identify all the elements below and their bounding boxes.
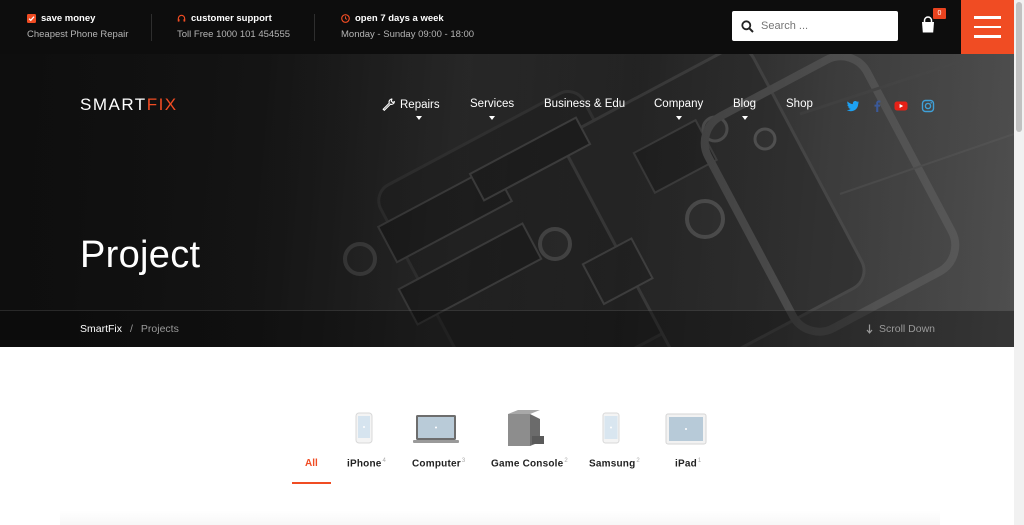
arrow-down-icon xyxy=(866,324,873,334)
top-bar: save money Cheapest Phone Repair custome… xyxy=(0,0,1014,54)
breadcrumb-current: Projects xyxy=(140,323,179,335)
breadcrumb-separator: / xyxy=(130,323,133,335)
filter-tab-computer[interactable]: Computer3 xyxy=(412,410,465,469)
nav-label: Repairs xyxy=(400,98,440,111)
chevron-down-icon xyxy=(415,116,422,120)
breadcrumb-home-link[interactable]: SmartFix xyxy=(80,323,122,335)
cart-count-badge: 0 xyxy=(933,8,946,19)
filter-tab-game-console[interactable]: Game Console2 xyxy=(491,410,568,469)
divider xyxy=(314,14,315,41)
check-square-icon xyxy=(27,14,36,23)
hamburger-icon-line xyxy=(974,25,1001,29)
headset-icon xyxy=(177,14,186,22)
logo-text: SMART xyxy=(80,95,147,114)
page-title: Project xyxy=(80,234,201,276)
scroll-down-label: Scroll Down xyxy=(879,323,936,335)
chevron-down-icon xyxy=(489,116,496,120)
twitter-icon[interactable] xyxy=(846,99,860,113)
info-title: open 7 days a week xyxy=(355,13,444,24)
filter-tab-iphone[interactable]: iPhone4 xyxy=(347,410,386,469)
nav-item-repairs[interactable]: Repairs xyxy=(382,98,440,120)
laptop-icon xyxy=(413,415,459,443)
filter-label: Samsung2 xyxy=(589,458,640,469)
filter-count: 2 xyxy=(636,458,640,464)
search-input[interactable] xyxy=(761,20,891,32)
info-customer-support: customer support Toll Free 1000 101 4545… xyxy=(177,13,290,40)
youtube-icon[interactable] xyxy=(894,99,908,113)
hamburger-icon-line xyxy=(974,35,1001,38)
nav-label: Business & Edu xyxy=(544,98,626,110)
chevron-down-icon xyxy=(741,116,748,120)
iphone-icon xyxy=(355,412,373,444)
site-logo[interactable]: SMARTFIX xyxy=(80,95,178,115)
nav-item-business-edu[interactable]: Business & Edu xyxy=(544,98,625,110)
nav-label: Shop xyxy=(786,98,813,110)
clock-icon xyxy=(341,14,350,23)
filter-count: 1 xyxy=(697,458,702,464)
filter-count: 3 xyxy=(461,458,466,464)
scroll-down-link[interactable]: Scroll Down xyxy=(866,323,935,335)
nav-label: Blog xyxy=(733,98,757,110)
divider xyxy=(151,14,152,41)
filter-label-text: iPhone xyxy=(347,458,382,470)
nav-item-shop[interactable]: Shop xyxy=(786,98,813,110)
info-opening-hours: open 7 days a week Monday - Sunday 09:00… xyxy=(341,13,474,40)
nav-item-services[interactable]: Services xyxy=(470,98,515,120)
search-icon xyxy=(741,19,754,33)
breadcrumb: SmartFix / Projects xyxy=(80,323,179,335)
info-title: save money xyxy=(41,13,96,24)
filter-count: 2 xyxy=(564,458,568,464)
nav-label: Services xyxy=(470,98,515,110)
filter-label: iPhone4 xyxy=(347,458,386,469)
tablet-icon xyxy=(665,413,707,445)
breadcrumb-bar: SmartFix / Projects Scroll Down xyxy=(0,310,1014,347)
info-subtitle: Cheapest Phone Repair xyxy=(27,29,129,40)
wrench-icon xyxy=(382,98,395,111)
filter-label: Game Console2 xyxy=(491,458,568,469)
hero-banner: SMARTFIX Repairs Services Business & Edu… xyxy=(0,54,1014,347)
hamburger-icon xyxy=(974,16,1001,19)
instagram-icon[interactable] xyxy=(921,99,935,113)
filter-label-text: iPad xyxy=(675,458,697,470)
filter-tab-ipad[interactable]: iPad1 xyxy=(665,410,707,469)
filter-tab-samsung[interactable]: Samsung2 xyxy=(589,410,640,469)
smartphone-icon xyxy=(602,412,620,444)
content-card-top xyxy=(60,510,940,525)
menu-button[interactable] xyxy=(961,0,1014,54)
logo-accent-text: FIX xyxy=(146,95,178,114)
filter-label: Computer3 xyxy=(412,458,465,469)
active-tab-indicator xyxy=(292,482,331,484)
info-subtitle: Toll Free 1000 101 454555 xyxy=(177,29,291,40)
info-save-money: save money Cheapest Phone Repair xyxy=(27,13,128,40)
nav-label: Company xyxy=(654,98,704,110)
filter-count: 4 xyxy=(382,458,387,464)
filter-tab-all[interactable]: All xyxy=(305,458,318,469)
search-box[interactable] xyxy=(732,11,898,41)
filter-label-text: Samsung xyxy=(589,458,636,470)
facebook-icon[interactable] xyxy=(870,99,884,113)
game-console-icon xyxy=(508,410,544,446)
chevron-down-icon xyxy=(675,116,682,120)
filter-label-text: Game Console xyxy=(491,458,564,470)
info-title: customer support xyxy=(191,13,272,24)
scrollbar-thumb[interactable] xyxy=(1016,2,1022,132)
filter-label: iPad1 xyxy=(675,458,701,469)
info-subtitle: Monday - Sunday 09:00 - 18:00 xyxy=(341,29,475,40)
nav-item-company[interactable]: Company xyxy=(654,98,704,120)
nav-item-blog[interactable]: Blog xyxy=(733,98,757,120)
filter-label-text: Computer xyxy=(412,458,461,470)
